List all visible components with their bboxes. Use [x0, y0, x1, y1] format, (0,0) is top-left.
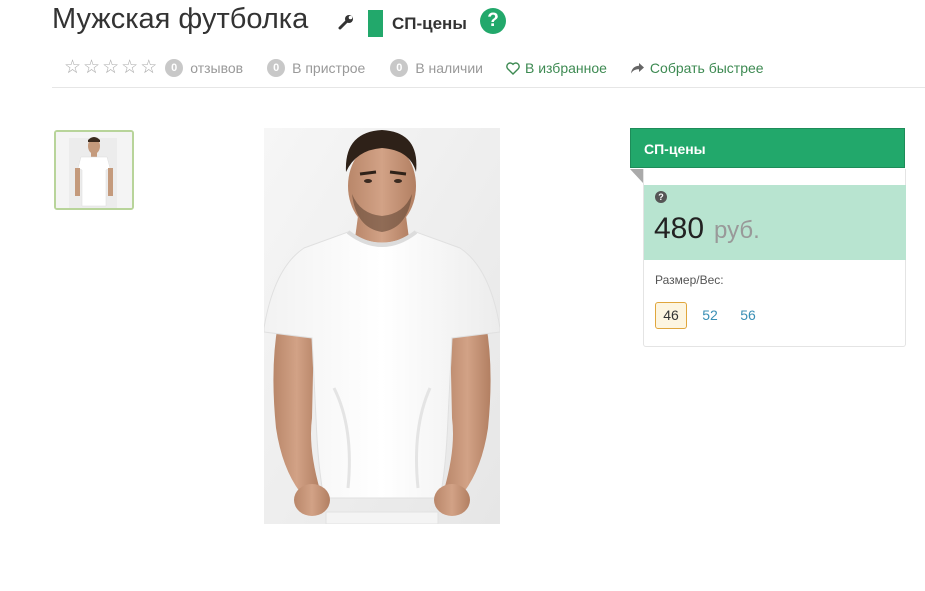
size-option-46[interactable]: 46 — [655, 302, 687, 329]
price-panel: ? 480 руб. Размер/Вес: 46 52 56 — [643, 169, 906, 347]
collect-faster-label: Собрать быстрее — [649, 60, 764, 76]
share-arrow-icon — [630, 62, 644, 73]
pristroy-badge: 0 — [267, 59, 286, 77]
price-help-icon[interactable]: ? — [655, 191, 667, 203]
header-divider — [52, 87, 925, 88]
price-box: ? 480 руб. — [644, 185, 906, 260]
product-meta-row: ☆ ☆ ☆ ☆ ☆ 0 отзывов 0 В пристрое 0 В нал… — [64, 57, 764, 79]
star-icon[interactable]: ☆ — [102, 58, 119, 78]
thumbnail-image — [56, 132, 132, 208]
sp-prices-label: СП-цены — [392, 14, 467, 33]
page-title: Мужская футболка — [52, 3, 309, 35]
sp-prices-header: СП-цены — [630, 128, 905, 168]
stock-label: В наличии — [415, 60, 483, 76]
heart-icon — [506, 61, 520, 75]
star-icon[interactable]: ☆ — [83, 58, 100, 78]
wrench-icon[interactable] — [338, 14, 354, 30]
size-options: 46 52 56 — [655, 302, 763, 329]
price-currency: руб. — [714, 217, 760, 244]
favorites-label: В избранное — [524, 60, 607, 76]
reviews-badge: 0 — [165, 59, 184, 77]
product-thumbnail[interactable] — [54, 130, 134, 210]
product-main-image[interactable] — [264, 128, 500, 524]
reviews-count[interactable]: 0 отзывов — [165, 59, 243, 77]
collect-faster-link[interactable]: Собрать быстрее — [630, 60, 764, 76]
add-to-favorites-link[interactable]: В избранное — [506, 60, 607, 76]
star-icon[interactable]: ☆ — [64, 58, 81, 78]
star-icon[interactable]: ☆ — [121, 58, 138, 78]
size-option-56[interactable]: 56 — [733, 302, 763, 328]
pristroy-count[interactable]: 0 В пристрое — [267, 59, 365, 77]
sp-color-marker — [368, 10, 383, 37]
price-value: 480 — [654, 212, 705, 245]
size-option-52[interactable]: 52 — [695, 302, 725, 328]
stock-badge: 0 — [390, 59, 409, 77]
header-fold — [630, 169, 643, 183]
pristroy-label: В пристрое — [292, 60, 366, 76]
rating-stars[interactable]: ☆ ☆ ☆ ☆ ☆ — [64, 58, 157, 78]
reviews-label: отзывов — [190, 60, 244, 76]
size-label: Размер/Вес: — [655, 273, 724, 287]
star-icon[interactable]: ☆ — [140, 58, 157, 78]
tshirt-model-image — [264, 128, 500, 524]
help-icon[interactable]: ? — [480, 8, 506, 34]
stock-count[interactable]: 0 В наличии — [390, 59, 483, 77]
